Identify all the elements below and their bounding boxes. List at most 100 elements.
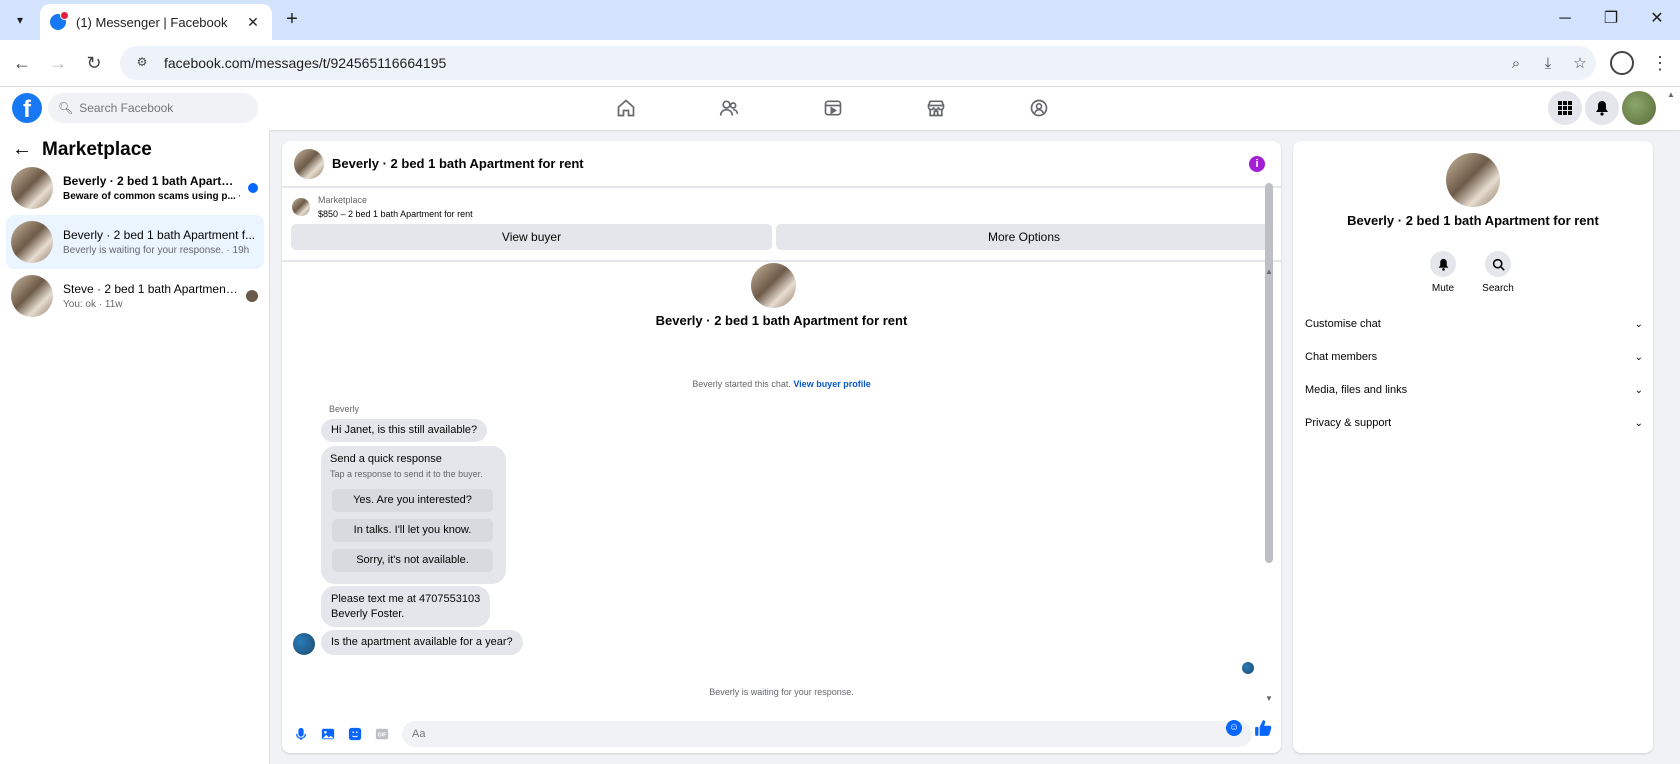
- install-app-icon[interactable]: ⤓: [1532, 55, 1564, 72]
- more-options-button[interactable]: More Options: [776, 224, 1272, 250]
- message-bubble[interactable]: Hi Janet, is this still available?: [321, 419, 488, 442]
- facebook-search[interactable]: 🔍︎: [48, 93, 258, 123]
- photo-icon[interactable]: [319, 725, 337, 743]
- conversation-item[interactable]: Beverly · 2 bed 1 bath Apartment... Bewa…: [6, 161, 264, 215]
- section-label: Customise chat: [1305, 318, 1381, 330]
- message-line: Beverly Foster.: [331, 608, 405, 620]
- quick-response-not-available-button[interactable]: Sorry, it's not available.: [332, 549, 493, 572]
- sidebar-title: Marketplace: [42, 138, 152, 160]
- conversation-text: Beverly · 2 bed 1 bath Apartment f... Be…: [63, 228, 264, 256]
- gif-icon[interactable]: GIF: [373, 725, 391, 743]
- view-buyer-profile-link[interactable]: View buyer profile: [793, 379, 870, 389]
- chat-details-panel: Beverly · 2 bed 1 bath Apartment for ren…: [1293, 141, 1653, 753]
- mute-action[interactable]: Mute: [1418, 251, 1468, 294]
- conversation-preview: Beware of common scams using p... · 1m: [63, 191, 240, 202]
- svg-text:GIF: GIF: [378, 732, 388, 738]
- minimize-icon[interactable]: ─: [1542, 8, 1588, 32]
- message-composer: GIF: [282, 714, 1281, 753]
- browser-tabbar: ▾ (1) Messenger | Facebook ✕ + ─ ❐ ✕: [0, 0, 1680, 40]
- search-label: Search: [1482, 283, 1514, 294]
- conversation-name: Beverly · 2 bed 1 bath Apartment...: [63, 174, 240, 188]
- chat-started-line: Beverly started this chat. View buyer pr…: [282, 379, 1281, 389]
- details-name: Beverly · 2 bed 1 bath Apartment for ren…: [1347, 213, 1599, 228]
- quick-response-in-talks-button[interactable]: In talks. I'll let you know.: [332, 519, 493, 542]
- search-action[interactable]: Search: [1473, 251, 1523, 294]
- privacy-support-section[interactable]: Privacy & support ⌄: [1305, 410, 1643, 436]
- tab-search-dropdown-icon[interactable]: ▾: [8, 8, 32, 32]
- customise-chat-section[interactable]: Customise chat ⌄: [1305, 311, 1643, 337]
- bookmark-star-icon[interactable]: ☆: [1564, 54, 1596, 72]
- chevron-down-icon: ⌄: [1634, 417, 1643, 429]
- back-arrow-icon[interactable]: ←: [12, 138, 32, 161]
- home-nav-icon[interactable]: [601, 93, 651, 123]
- marketplace-sidebar: ← Marketplace Beverly · 2 bed 1 bath Apa…: [0, 130, 270, 764]
- forward-icon[interactable]: →: [46, 51, 70, 75]
- browser-toolbar: ← → ↻ ⚙ facebook.com/messages/t/92456511…: [0, 40, 1680, 87]
- account-avatar[interactable]: [1622, 91, 1656, 125]
- message-bubble[interactable]: Please text me at 4707553103 Beverly Fos…: [321, 586, 491, 627]
- conversation-item[interactable]: Steve · 2 bed 1 bath Apartment f... You:…: [6, 269, 264, 323]
- chat-started-text: Beverly started this chat.: [692, 379, 791, 389]
- reload-icon[interactable]: ↻: [82, 51, 106, 75]
- browser-menu-icon[interactable]: ⋮: [1648, 51, 1672, 75]
- details-avatar[interactable]: [1446, 153, 1500, 207]
- new-tab-icon[interactable]: +: [280, 8, 304, 32]
- restore-icon[interactable]: ❐: [1588, 8, 1634, 32]
- listing-thumbnail[interactable]: [292, 198, 310, 216]
- section-label: Privacy & support: [1305, 417, 1392, 429]
- waiting-status: Beverly is waiting for your response.: [709, 687, 854, 697]
- chevron-down-icon: ⌄: [1634, 351, 1643, 363]
- thumbs-up-icon[interactable]: [1254, 719, 1272, 737]
- conversation-item-active[interactable]: Beverly · 2 bed 1 bath Apartment f... Be…: [6, 215, 264, 269]
- scroll-up-icon[interactable]: ▲: [1264, 267, 1274, 276]
- zoom-icon[interactable]: ⌕: [1500, 55, 1532, 72]
- chat-members-section[interactable]: Chat members ⌄: [1305, 344, 1643, 370]
- sticker-icon[interactable]: [346, 725, 364, 743]
- site-info-icon[interactable]: ⚙: [134, 55, 150, 71]
- browser-profile-icon[interactable]: [1610, 51, 1634, 75]
- section-label: Chat members: [1305, 351, 1378, 363]
- section-label: Media, files and links: [1305, 384, 1408, 396]
- chat-header-thumbnail[interactable]: [294, 148, 324, 179]
- chat-header-title[interactable]: Beverly · 2 bed 1 bath Apartment for ren…: [332, 156, 1249, 171]
- unread-dot-icon: [248, 183, 258, 193]
- sender-name: Beverly: [329, 404, 360, 414]
- media-files-links-section[interactable]: Media, files and links ⌄: [1305, 377, 1643, 403]
- listing-price-title[interactable]: $850 – 2 bed 1 bath Apartment for rent: [318, 209, 473, 219]
- listing-banner: Marketplace $850 – 2 bed 1 bath Apartmen…: [282, 190, 1281, 262]
- emoji-icon[interactable]: ☺: [1226, 720, 1242, 736]
- mute-bell-icon[interactable]: [1430, 251, 1456, 277]
- message-line: Please text me at 4707553103: [331, 593, 481, 605]
- message-bubble[interactable]: Is the apartment available for a year?: [321, 630, 523, 655]
- search-input[interactable]: [79, 101, 250, 115]
- chat-header: Beverly · 2 bed 1 bath Apartment for ren…: [282, 141, 1281, 188]
- conversation-text: Steve · 2 bed 1 bath Apartment f... You:…: [63, 282, 238, 310]
- friends-nav-icon[interactable]: [704, 93, 754, 123]
- groups-nav-icon[interactable]: [1014, 93, 1064, 123]
- quick-response-yes-button[interactable]: Yes. Are you interested?: [332, 489, 493, 512]
- conversation-name: Beverly · 2 bed 1 bath Apartment f...: [63, 228, 256, 242]
- search-icon: 🔍︎: [58, 101, 74, 115]
- back-icon[interactable]: ←: [10, 51, 34, 75]
- conversation-avatar[interactable]: [751, 263, 796, 308]
- info-icon[interactable]: i: [1249, 155, 1265, 172]
- microphone-icon[interactable]: [292, 725, 310, 743]
- quick-response-card: Send a quick response Tap a response to …: [321, 446, 506, 584]
- message-input[interactable]: [402, 720, 1252, 747]
- marketplace-nav-icon[interactable]: [911, 93, 961, 123]
- video-nav-icon[interactable]: [808, 93, 858, 123]
- address-bar[interactable]: ⚙ facebook.com/messages/t/92456511666419…: [120, 46, 1596, 80]
- chat-scrollbar[interactable]: [1265, 183, 1273, 563]
- url-text[interactable]: facebook.com/messages/t/924565116664195: [164, 55, 1500, 71]
- page-scroll-up-icon[interactable]: ▲: [1667, 90, 1677, 99]
- window-close-icon[interactable]: ✕: [1634, 8, 1680, 32]
- view-buyer-button[interactable]: View buyer: [291, 224, 772, 250]
- tab-title: (1) Messenger | Facebook: [76, 14, 228, 30]
- tab-close-icon[interactable]: ✕: [244, 14, 262, 31]
- facebook-logo-icon[interactable]: f: [12, 93, 42, 123]
- search-icon[interactable]: [1485, 251, 1511, 277]
- sender-avatar[interactable]: [293, 633, 315, 655]
- menu-grid-icon[interactable]: [1548, 91, 1582, 125]
- notifications-bell-icon[interactable]: [1585, 91, 1619, 125]
- browser-tab[interactable]: (1) Messenger | Facebook ✕: [40, 4, 272, 40]
